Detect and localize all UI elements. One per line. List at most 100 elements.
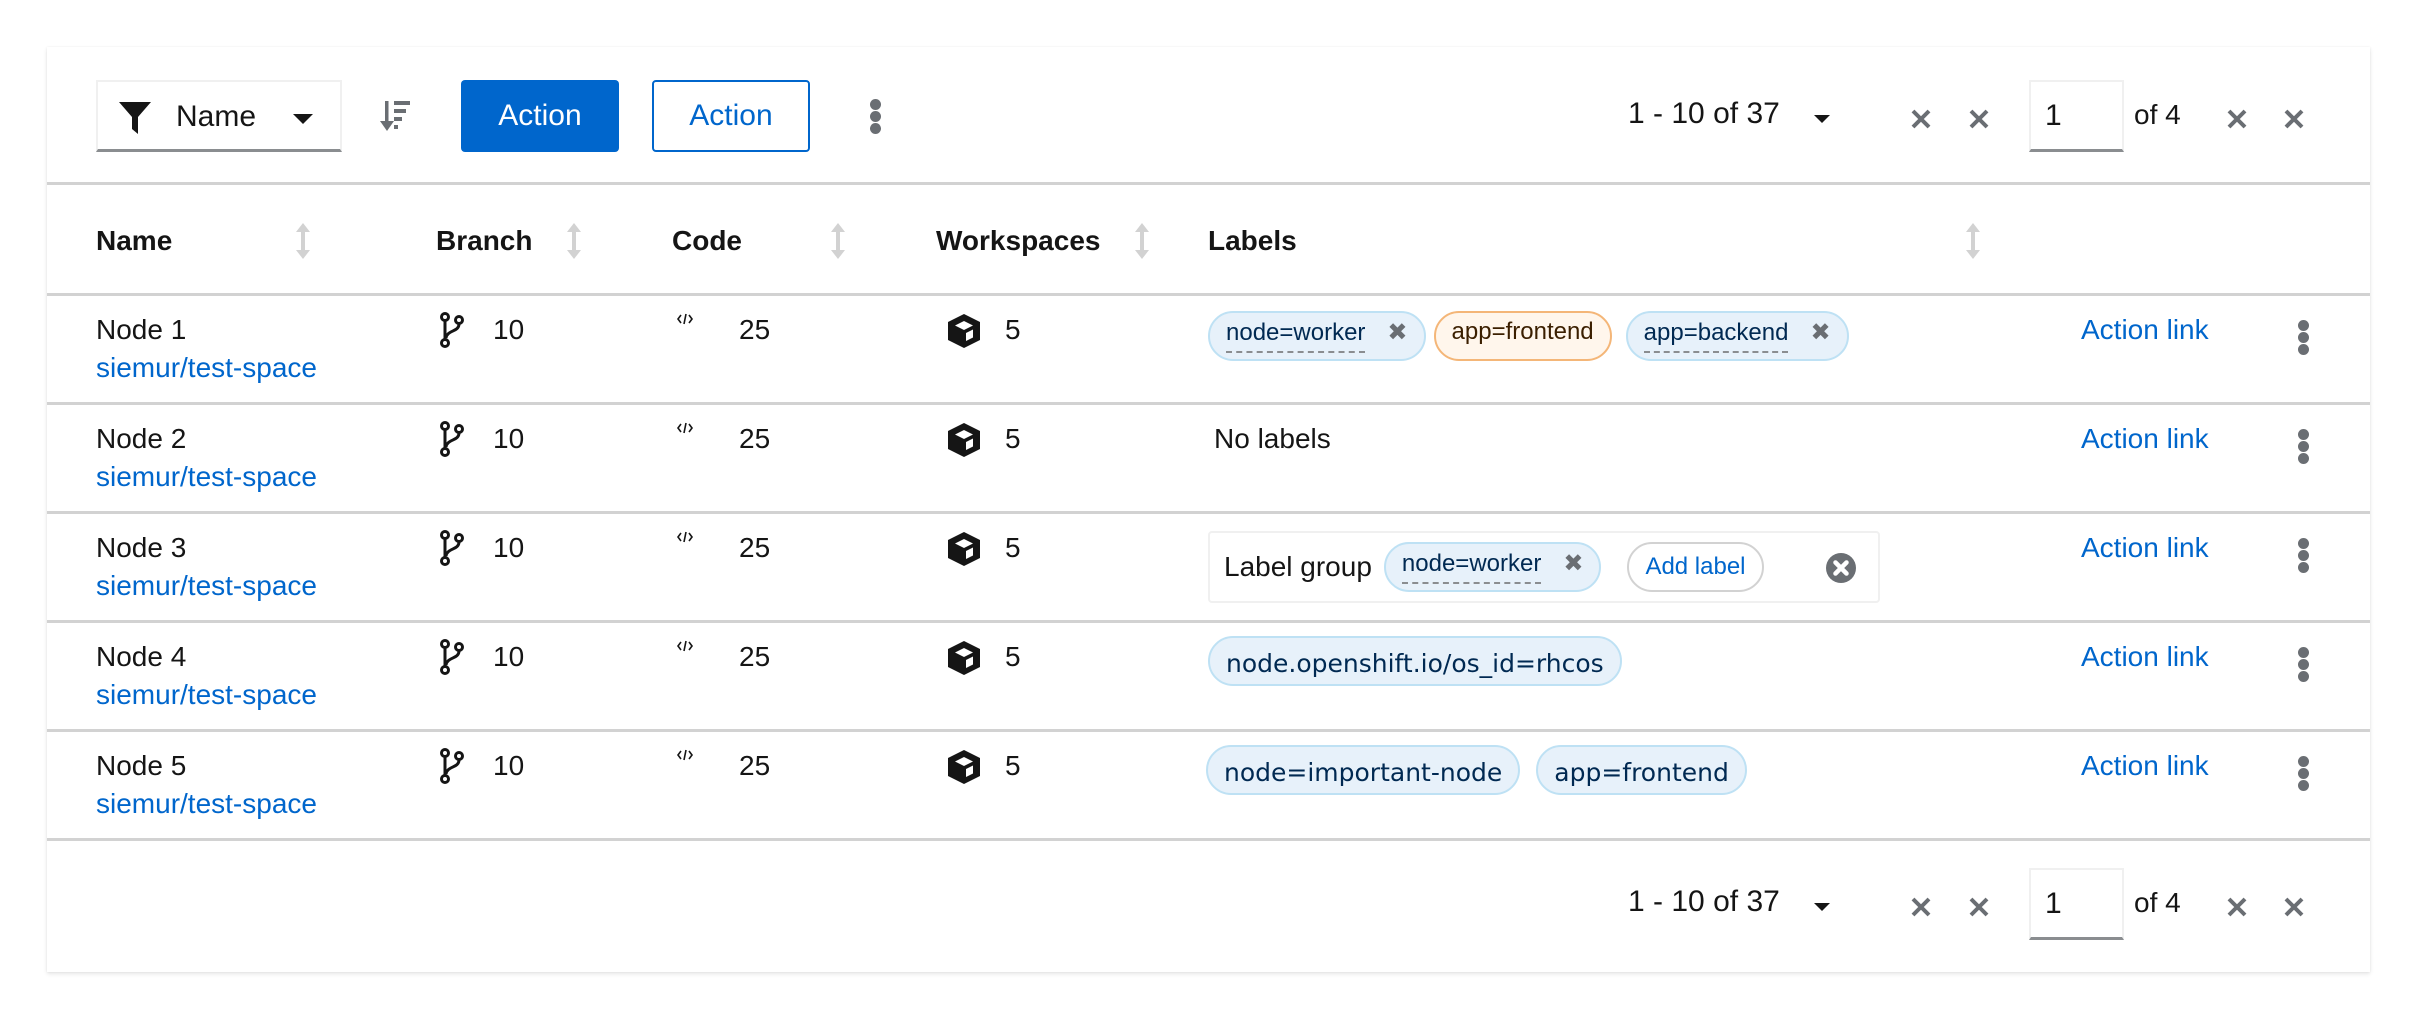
branch-count: 10: [493, 532, 525, 563]
add-label-button[interactable]: Add label: [1627, 542, 1764, 592]
close-icon[interactable]: ✖: [1810, 318, 1830, 347]
node-name: Node 1: [96, 314, 187, 345]
action-link[interactable]: Action link: [2081, 532, 2209, 564]
toolbar-kebab-icon[interactable]: [866, 97, 886, 137]
sort-icon[interactable]: [830, 223, 846, 259]
caret-down-icon[interactable]: [1814, 115, 1830, 123]
code-count: 25: [739, 641, 771, 672]
table-card: Name Action Action 1 - 10 of 37 of 4: [47, 47, 2370, 972]
code-branch-icon: [439, 421, 465, 462]
pagination-range: 1 - 10: [1628, 97, 1705, 130]
code-branch-icon: [439, 639, 465, 680]
cube-icon: [946, 749, 982, 790]
row-kebab-icon[interactable]: [2294, 645, 2314, 685]
close-icon[interactable]: ✖: [1387, 318, 1407, 347]
close-icon[interactable]: ✖: [1563, 549, 1583, 578]
secondary-action-button[interactable]: Action: [652, 80, 810, 152]
primary-action-button[interactable]: Action: [461, 80, 619, 152]
table-row: Node 3 siemur/test-space 10 25 5 Label g…: [47, 514, 2370, 622]
node-name: Node 2: [96, 423, 187, 454]
pagination-options-toggle[interactable]: 1 - 10 of 37: [1628, 97, 1780, 131]
label-chip: node=important-node: [1206, 745, 1521, 795]
sort-icon[interactable]: [1134, 223, 1150, 259]
cube-icon: [946, 640, 982, 681]
code-branch-icon: [439, 530, 465, 571]
label-list: node=worker ✖ app=frontend app=backend ✖: [1208, 311, 1849, 361]
code-icon: [677, 639, 693, 657]
node-link[interactable]: siemur/test-space: [96, 461, 317, 493]
page-number-input[interactable]: [2029, 80, 2124, 152]
action-link[interactable]: Action link: [2081, 423, 2209, 455]
action-link[interactable]: Action link: [2081, 314, 2209, 346]
table-row: Node 1 siemur/test-space 10 25 5 node=wo…: [47, 296, 2370, 404]
pagination-total: 37: [1746, 885, 1780, 918]
row-kebab-icon[interactable]: [2294, 754, 2314, 794]
pagination-options-toggle[interactable]: 1 - 10 of 37: [1628, 885, 1780, 919]
node-link[interactable]: siemur/test-space: [96, 570, 317, 602]
sort-icon[interactable]: [566, 223, 582, 259]
caret-down-icon[interactable]: [1814, 903, 1830, 911]
branch-count: 10: [493, 314, 525, 345]
sort-icon[interactable]: [1965, 223, 1981, 259]
caret-down-icon: [293, 114, 313, 124]
column-header-workspaces[interactable]: Workspaces: [936, 225, 1100, 257]
row-kebab-icon[interactable]: [2294, 318, 2314, 358]
action-link[interactable]: Action link: [2081, 641, 2209, 673]
workspace-count: 5: [1005, 750, 1021, 781]
label-chip: node.openshift.io/os_id=rhcos: [1208, 636, 1622, 686]
label-text: app=frontend: [1451, 318, 1594, 345]
code-count: 25: [739, 750, 771, 781]
table-row: Node 2 siemur/test-space 10 25 5 No labe…: [47, 405, 2370, 513]
attribute-filter-select[interactable]: Name: [96, 80, 342, 152]
action-link[interactable]: Action link: [2081, 750, 2209, 782]
close-label-group-icon[interactable]: [1826, 553, 1856, 583]
workspace-count: 5: [1005, 641, 1021, 672]
page-count: of 4: [2134, 887, 2181, 918]
workspace-count: 5: [1005, 532, 1021, 563]
label-text: app=frontend: [1554, 757, 1729, 787]
table-row: Node 4 siemur/test-space 10 25 5 node.op…: [47, 623, 2370, 731]
cube-icon: [946, 531, 982, 572]
next-page-icon[interactable]: [2226, 108, 2248, 130]
sort-amount-down-icon[interactable]: [380, 99, 414, 138]
label-chip[interactable]: node=worker ✖: [1208, 311, 1426, 361]
node-link[interactable]: siemur/test-space: [96, 788, 317, 820]
node-name: Node 3: [96, 532, 187, 563]
previous-page-icon[interactable]: [1968, 896, 1990, 918]
label-chip[interactable]: node=worker ✖: [1383, 542, 1602, 592]
label-text: node.openshift.io/os_id=rhcos: [1226, 648, 1604, 678]
next-page-icon[interactable]: [2226, 896, 2248, 918]
code-icon: [677, 312, 693, 330]
pagination-of: of: [1713, 885, 1739, 918]
column-header-name[interactable]: Name: [96, 225, 172, 257]
column-header-branch[interactable]: Branch: [436, 225, 532, 257]
node-link[interactable]: siemur/test-space: [96, 352, 317, 384]
label-chip[interactable]: app=backend ✖: [1625, 311, 1849, 361]
label-chip: app=frontend: [1536, 745, 1747, 795]
code-branch-icon: [439, 748, 465, 789]
row-kebab-icon[interactable]: [2294, 536, 2314, 576]
label-chip: app=frontend: [1433, 311, 1612, 361]
column-header-code[interactable]: Code: [672, 225, 742, 257]
table-row: Node 5 siemur/test-space 10 25 5 node=im…: [47, 732, 2370, 840]
first-page-icon[interactable]: [1910, 896, 1932, 918]
pagination-range: 1 - 10: [1628, 885, 1705, 918]
node-link[interactable]: siemur/test-space: [96, 679, 317, 711]
code-count: 25: [739, 423, 771, 454]
last-page-icon[interactable]: [2283, 896, 2305, 918]
workspace-count: 5: [1005, 423, 1021, 454]
label-text: app=backend: [1643, 319, 1789, 353]
sort-icon[interactable]: [295, 223, 311, 259]
row-kebab-icon[interactable]: [2294, 427, 2314, 467]
first-page-icon[interactable]: [1910, 108, 1932, 130]
pagination-of: of: [1713, 97, 1739, 130]
column-header-labels[interactable]: Labels: [1208, 225, 1297, 257]
label-text: node=worker: [1401, 550, 1542, 584]
code-count: 25: [739, 314, 771, 345]
page-number-input[interactable]: [2029, 868, 2124, 940]
last-page-icon[interactable]: [2283, 108, 2305, 130]
label-list: node.openshift.io/os_id=rhcos: [1208, 636, 1622, 686]
cube-icon: [946, 313, 982, 354]
filter-select-label: Name: [176, 100, 257, 133]
previous-page-icon[interactable]: [1968, 108, 1990, 130]
